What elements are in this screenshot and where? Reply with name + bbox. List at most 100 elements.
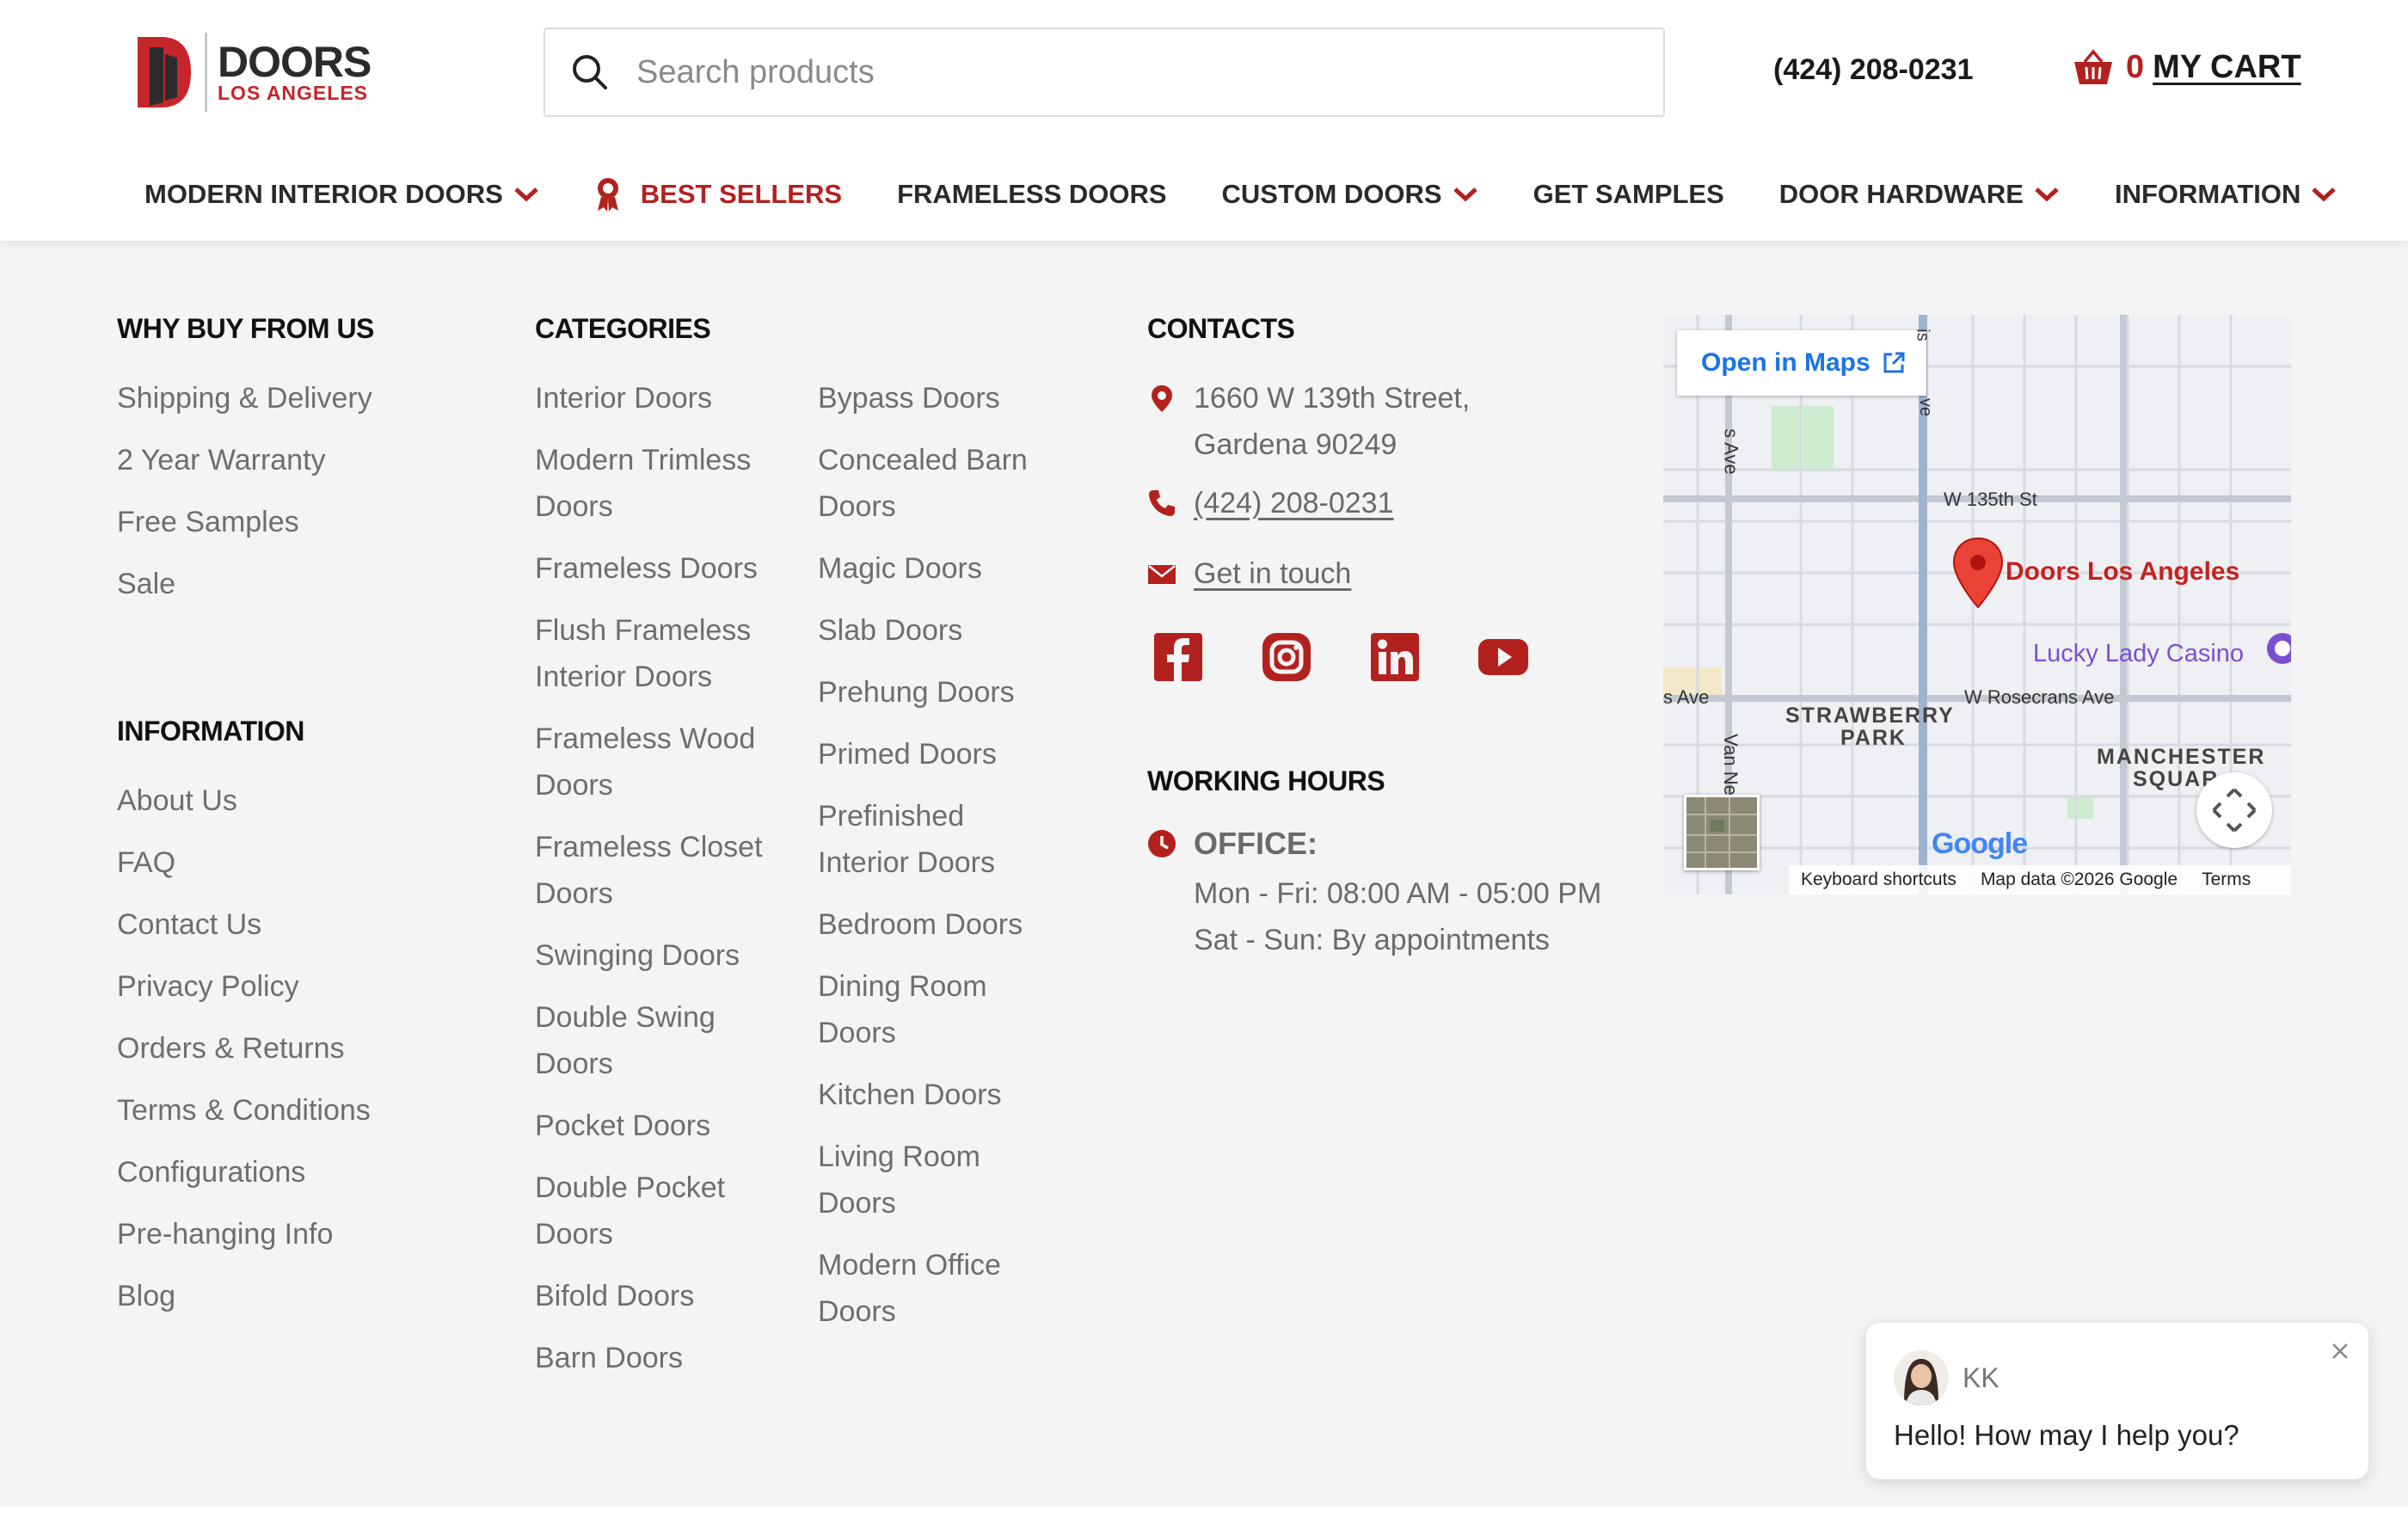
category-link[interactable]: Slab Doors [818,607,962,654]
nav-custom-doors[interactable]: CUSTOM DOORS [1222,179,1478,210]
footer-link-shipping[interactable]: Shipping & Delivery [117,375,372,421]
category-link[interactable]: Modern Office Doors [818,1242,1024,1335]
category-link[interactable]: Prehung Doors [818,669,1015,716]
basket-icon [2074,49,2112,84]
facebook-icon[interactable] [1152,631,1204,683]
main-nav: MODERN INTERIOR DOORS BEST SELLERS FRAME… [144,169,2392,220]
category-link[interactable]: Primed Doors [818,731,997,777]
satellite-toggle[interactable] [1684,795,1760,870]
map-terms-link[interactable]: Terms [2202,870,2251,890]
avatar [1894,1350,1949,1405]
map-data-label: Map data ©2026 Google [1980,870,2178,889]
category-link[interactable]: Frameless Closet Doors [535,824,793,917]
site-logo[interactable]: DOORS LOS ANGELES [138,31,372,114]
category-link[interactable]: Dining Room Doors [818,963,1024,1056]
logo-divider [205,33,207,112]
cart-label: MY CART [2153,48,2301,85]
street-label: W Rosecrans Ave [1964,686,2115,708]
category-link[interactable]: Barn Doors [535,1335,683,1381]
hours-weekdays: Mon - Fri: 08:00 AM - 05:00 PM [1194,877,1602,910]
award-ribbon-icon [597,178,618,212]
footer-link-blog[interactable]: Blog [117,1273,175,1319]
contact-phone: (424) 208-0231 [1147,480,1394,526]
hours-weekend: Sat - Sun: By appointments [1194,924,1550,956]
footer-link-faq[interactable]: FAQ [117,839,175,886]
close-icon[interactable] [2327,1338,2353,1364]
nav-frameless-doors[interactable]: FRAMELESS DOORS [897,179,1166,210]
nav-label: GET SAMPLES [1533,179,1724,209]
nav-modern-interior-doors[interactable]: MODERN INTERIOR DOORS [144,179,539,210]
area-label: STRAWBERRY [1785,704,1955,728]
nav-label: MODERN INTERIOR DOORS [144,179,503,209]
poi-label: Lucky Lady Casino [2033,640,2245,667]
search-icon[interactable] [571,53,609,91]
external-link-icon [1883,352,1905,373]
nav-label: BEST SELLERS [640,179,843,209]
poi-marker-icon [2267,633,2291,664]
get-in-touch-link[interactable]: Get in touch [1194,550,1351,597]
google-logo-text: Google [1932,827,2028,860]
instagram-icon[interactable] [1261,631,1312,683]
category-link[interactable]: Pocket Doors [535,1103,710,1149]
youtube-icon[interactable] [1477,631,1529,683]
footer-link-terms[interactable]: Terms & Conditions [117,1087,371,1134]
cart-button[interactable]: 0 MY CART [2073,48,2301,86]
category-link[interactable]: Bypass Doors [818,375,1000,421]
category-link[interactable]: Interior Doors [535,375,712,421]
nav-best-sellers[interactable]: BEST SELLERS [594,176,842,212]
category-link[interactable]: Magic Doors [818,545,982,592]
category-link[interactable]: Bedroom Doors [818,901,1023,948]
chat-agent-name: KK [1963,1362,2000,1393]
footer-link-sale[interactable]: Sale [117,561,175,607]
category-link[interactable]: Frameless Doors [535,545,758,592]
footer-link-free-samples[interactable]: Free Samples [117,499,299,545]
footer-link-configurations[interactable]: Configurations [117,1149,305,1195]
search-bar [544,28,1665,117]
open-in-maps-button[interactable]: Open in Maps [1677,330,1926,396]
logo-door-icon [138,37,191,108]
google-map[interactable]: Open in Maps W 135th St W Rosecrans Ave … [1663,315,2291,894]
chat-widget[interactable]: KK Hello! How may I help you? [1866,1323,2368,1479]
category-link[interactable]: Modern Trimless Doors [535,437,793,530]
footer-link-about[interactable]: About Us [117,777,237,824]
contact-phone-link[interactable]: (424) 208-0231 [1194,480,1394,526]
office-label-text: OFFICE: [1194,826,1318,861]
site-header: DOORS LOS ANGELES (424) 208-0231 0 MY CA… [0,0,2408,241]
logo-subtitle: LOS ANGELES [218,82,368,104]
envelope-icon [1148,565,1176,584]
nav-label: INFORMATION [2114,179,2301,209]
keyboard-shortcuts-link[interactable]: Keyboard shortcuts [1801,870,1956,890]
linkedin-icon[interactable] [1369,631,1421,683]
nav-door-hardware[interactable]: DOOR HARDWARE [1779,179,2060,210]
move-arrows-icon [2212,788,2257,833]
categories-heading: CATEGORIES [535,313,711,344]
footer-link-privacy[interactable]: Privacy Policy [117,963,299,1010]
category-link[interactable]: Bifold Doors [535,1273,694,1319]
footer-link-warranty[interactable]: 2 Year Warranty [117,437,326,483]
chat-message: Hello! How may I help you? [1894,1419,2239,1451]
working-hours-heading: WORKING HOURS [1147,765,1385,796]
category-link[interactable]: Kitchen Doors [818,1072,1002,1118]
category-link[interactable]: Double Pocket Doors [535,1165,759,1257]
category-link[interactable]: Flush Frameless Interior Doors [535,607,793,700]
search-input[interactable] [636,53,1625,91]
nav-get-samples[interactable]: GET SAMPLES [1533,179,1724,210]
category-link[interactable]: Frameless Wood Doors [535,716,793,808]
footer-link-orders[interactable]: Orders & Returns [117,1025,345,1072]
category-link[interactable]: Living Room Doors [818,1134,1024,1226]
phone-icon [1149,490,1175,516]
information-heading: INFORMATION [117,716,304,747]
footer-link-prehanging[interactable]: Pre-hanging Info [117,1211,333,1257]
address-line-2: Gardena 90249 [1194,428,1398,461]
header-phone[interactable]: (424) 208-0231 [1773,53,1974,87]
street-label: s Ave [1720,428,1742,475]
map-fullscreen-button[interactable] [2196,772,2272,848]
nav-information[interactable]: INFORMATION [2115,179,2337,210]
logo-word: DOORS [218,38,372,86]
map-pin-icon[interactable] [1950,537,2006,609]
category-link[interactable]: Prefinished Interior Doors [818,793,1041,886]
footer-link-contact[interactable]: Contact Us [117,901,261,948]
category-link[interactable]: Concealed Barn Doors [818,437,1067,530]
category-link[interactable]: Swinging Doors [535,932,740,979]
category-link[interactable]: Double Swing Doors [535,994,759,1087]
